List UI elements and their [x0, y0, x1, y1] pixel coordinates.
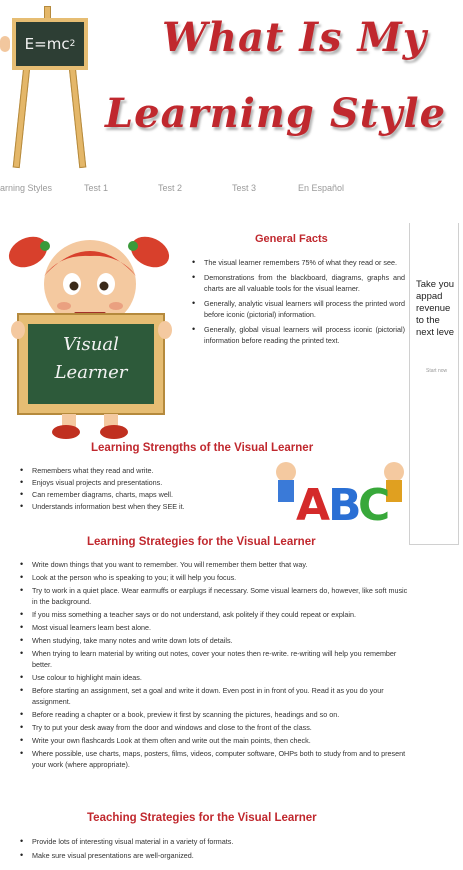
list-item: The visual learner remembers 75% of what… [190, 257, 405, 268]
list-item: Try to work in a quiet place. Wear earmu… [18, 585, 408, 607]
page-title-line-1: What Is My [162, 14, 427, 61]
abc-letter-a: A [296, 480, 330, 526]
list-item: Generally, analytic visual learners will… [190, 298, 405, 320]
page-title-line-2: Learning Style ? [105, 90, 463, 137]
nav-test-3[interactable]: Test 3 [232, 183, 256, 193]
board-line-2: Learner [54, 362, 129, 383]
abc-kids-illustration: A B C [276, 462, 404, 526]
list-item: Enjoys visual projects and presentations… [18, 477, 268, 488]
nav-test-1[interactable]: Test 1 [84, 183, 108, 193]
list-item: Generally, global visual learners will p… [190, 324, 405, 346]
learning-strengths-list: Remembers what they read and write. Enjo… [18, 465, 268, 513]
list-item: Before reading a chapter or a book, prev… [18, 709, 408, 720]
general-facts-list: The visual learner remembers 75% of what… [190, 257, 405, 350]
abc-letter-c: C [358, 480, 390, 526]
learning-strengths-heading: Learning Strengths of the Visual Learner [91, 442, 314, 454]
learning-strategies-heading: Learning Strategies for the Visual Learn… [87, 536, 316, 548]
list-item: Try to put your desk away from the door … [18, 722, 408, 733]
visual-learner-illustration: Visual Learner [8, 236, 172, 439]
sidebar-ad-text: Take you appad revenue to the next leve [416, 279, 455, 338]
teaching-strategies-list: Provide lots of interesting visual mater… [18, 836, 408, 864]
list-item: Look at the person who is speaking to yo… [18, 572, 408, 583]
list-item: Remembers what they read and write. [18, 465, 268, 476]
nav-learning-styles[interactable]: arning Styles [0, 183, 52, 193]
sidebar-ad: Take you appad revenue to the next leve … [409, 223, 459, 545]
list-item: When trying to learn material by writing… [18, 648, 408, 670]
list-item: If you miss something a teacher says or … [18, 609, 408, 620]
board-line-1: Visual [63, 334, 119, 355]
learning-strategies-list: Write down things that you want to remem… [18, 559, 408, 772]
site-nav: arning Styles Test 1 Test 2 Test 3 En Es… [0, 183, 463, 199]
list-item: Where possible, use charts, maps, poster… [18, 748, 408, 770]
list-item: Make sure visual presentations are well-… [18, 850, 408, 861]
list-item: Provide lots of interesting visual mater… [18, 836, 408, 847]
list-item: Write your own flashcards Look at them o… [18, 735, 408, 746]
chalkboard-text: E=mc [24, 35, 70, 53]
chalkboard: E=mc 2 [12, 18, 88, 70]
nav-test-2[interactable]: Test 2 [158, 183, 182, 193]
list-item: Most visual learners learn best alone. [18, 622, 408, 633]
teaching-strategies-heading: Teaching Strategies for the Visual Learn… [87, 812, 317, 824]
list-item: Understands information best when they S… [18, 501, 268, 512]
sidebar-ad-button[interactable]: Start now [426, 368, 447, 374]
abc-letter-b: B [328, 480, 362, 526]
list-item: When studying, take many notes and write… [18, 635, 408, 646]
list-item: Write down things that you want to remem… [18, 559, 408, 570]
page-header: E=mc 2 What Is My Learning Style ? [0, 0, 463, 178]
hand-icon [0, 36, 10, 52]
list-item: Before starting an assignment, set a goa… [18, 685, 408, 707]
nav-en-espanol[interactable]: En Español [298, 183, 344, 193]
chalkboard-sup: 2 [69, 39, 76, 49]
list-item: Can remember diagrams, charts, maps well… [18, 489, 268, 500]
easel-illustration: E=mc 2 [0, 0, 100, 170]
general-facts-heading: General Facts [255, 233, 328, 245]
list-item: Demonstrations from the blackboard, diag… [190, 272, 405, 294]
list-item: Use colour to highlight main ideas. [18, 672, 408, 683]
